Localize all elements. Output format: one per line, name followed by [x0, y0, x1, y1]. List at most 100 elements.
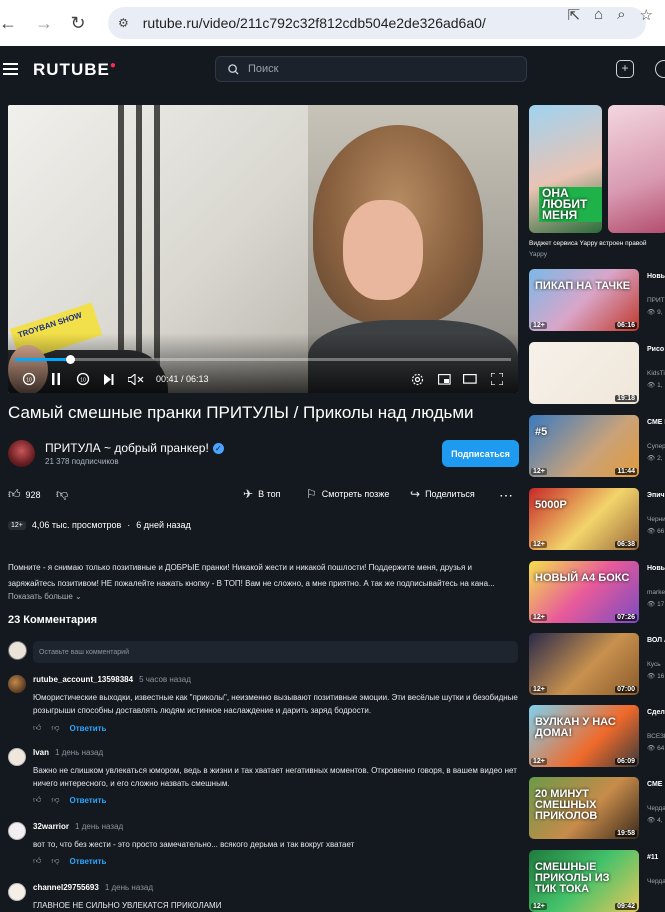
video-player[interactable]: TROYBAN SHOW 10 10 00:41 / 06:13 — [8, 105, 518, 393]
recommended-title[interactable]: Эпич стр — [647, 490, 665, 501]
recommended-video[interactable]: #5 12+ 11:44 СМЕ ПРИ Супер 👁︎ 2, — [529, 415, 665, 477]
recommended-title[interactable]: Рисо раск — [647, 344, 665, 355]
like-button[interactable]: 👍︎ 928 — [8, 487, 41, 502]
recommended-title[interactable]: #11 — [647, 852, 665, 863]
search-icon — [228, 63, 239, 75]
open-in-app-icon[interactable]: ⇱ — [568, 6, 581, 24]
comment-avatar[interactable] — [8, 675, 26, 693]
thumbs-down-icon[interactable]: 👎︎ — [51, 856, 59, 866]
video-thumbnail[interactable]: ВУЛКАН У НАС ДОМА! 12+ 06:09 — [529, 705, 639, 767]
recommended-channel[interactable]: marke — [647, 588, 665, 598]
video-thumbnail[interactable]: 12+ 07:00 — [529, 633, 639, 695]
recommended-channel[interactable]: ВСЕЗН — [647, 732, 665, 742]
recommended-title[interactable]: СМЕ ПРИ — [647, 417, 665, 428]
forward-10-icon[interactable]: 10 — [75, 371, 91, 387]
recommended-channel[interactable]: KidsTi — [647, 369, 665, 379]
thumbs-up-icon[interactable]: 👍︎ — [33, 795, 41, 805]
search-input[interactable]: Поиск — [215, 56, 527, 82]
comment-avatar[interactable] — [8, 748, 26, 766]
video-thumbnail[interactable]: СМЕШНЫЕ ПРИКОЛЫ ИЗ ТИК ТОКА 12+ 09:42 — [529, 850, 639, 912]
rewind-10-icon[interactable]: 10 — [21, 371, 37, 387]
comment-avatar[interactable] — [8, 883, 26, 901]
rutube-logo[interactable]: RUTUBE● — [33, 60, 117, 80]
video-thumbnail[interactable]: НОВЫЙ А4 БОКС 12+ 07:26 — [529, 561, 639, 623]
video-thumbnail[interactable]: 20 МИНУТ СМЕШНЫХ ПРИКОЛОВ 19:58 — [529, 777, 639, 839]
video-thumbnail[interactable]: 19:18 — [529, 342, 639, 404]
age-rating-badge: 12+ — [531, 614, 547, 621]
recommended-video[interactable]: 12+ 07:00 ВОЛ АУС Кусь 👁︎ 16 — [529, 633, 665, 695]
progress-bar[interactable] — [15, 355, 511, 364]
notifications-icon[interactable] — [655, 60, 665, 78]
site-settings-icon[interactable]: ⚙ — [118, 16, 129, 30]
recommended-channel[interactable]: Черда — [647, 804, 665, 814]
picture-in-picture-icon[interactable] — [436, 371, 452, 387]
fullscreen-icon[interactable] — [489, 371, 505, 387]
like-count: 928 — [25, 489, 41, 500]
forward-icon[interactable]: → — [30, 9, 58, 37]
zoom-icon[interactable]: ⌕ — [617, 6, 625, 24]
reply-button[interactable]: Ответить — [70, 724, 107, 733]
recommended-channel[interactable]: ПРИТ — [647, 296, 665, 306]
comment-input[interactable]: Оставьте ваш комментарий — [33, 641, 518, 663]
translate-icon[interactable]: ⌂ — [594, 6, 603, 24]
url-text[interactable]: rutube.ru/video/211c792c32f812cdb504e2de… — [143, 15, 486, 31]
recommended-video[interactable]: 19:18 Рисо раск KidsTi 👁︎ 1, — [529, 342, 665, 404]
recommended-title[interactable]: Новы — [647, 563, 665, 574]
comment-avatar[interactable] — [8, 822, 26, 840]
subscribe-button[interactable]: Подписаться — [442, 440, 519, 467]
progress-knob[interactable] — [65, 355, 75, 364]
recommended-video[interactable]: ВУЛКАН У НАС ДОМА! 12+ 06:09 Сдел вулк ВСЕЗН… — [529, 705, 665, 767]
recommended-channel[interactable]: Кусь — [647, 660, 665, 670]
recommended-channel[interactable]: Супер — [647, 442, 665, 452]
menu-icon[interactable] — [3, 63, 18, 76]
pause-icon[interactable] — [49, 371, 63, 387]
mute-icon[interactable] — [127, 371, 145, 387]
recommended-title[interactable]: ВОЛ АУС — [647, 635, 665, 646]
video-duration: 06:38 — [615, 541, 637, 548]
share-button[interactable]: ↪ Поделиться — [410, 487, 475, 501]
settings-icon[interactable] — [410, 371, 424, 387]
recommended-channel[interactable]: Черда — [647, 877, 665, 887]
channel-avatar[interactable] — [8, 440, 35, 467]
recommended-video[interactable]: НОВЫЙ А4 БОКС 12+ 07:26 Новы marke 👁︎ 17 — [529, 561, 665, 623]
back-icon[interactable]: ← — [0, 9, 22, 37]
comment-author[interactable]: channel29755693 — [33, 883, 99, 892]
reply-button[interactable]: Ответить — [70, 796, 107, 805]
thumbs-down-icon[interactable]: 👎︎ — [51, 795, 59, 805]
recommended-title[interactable]: Сдел вулк — [647, 707, 665, 718]
channel-name[interactable]: ПРИТУЛА ~ добрый пранкер! — [45, 441, 209, 455]
logo-text: RUTUBE — [33, 60, 110, 79]
comment-author[interactable]: Ivan — [33, 748, 49, 757]
video-thumbnail[interactable]: ПИКАП НА ТАЧКЕ 12+ 06:16 — [529, 269, 639, 331]
browser-toolbar: ← → ↻ ⚙ rutube.ru/video/211c792c32f812cd… — [0, 0, 665, 46]
meta-separator: · — [127, 520, 131, 530]
channel-name-row[interactable]: ПРИТУЛА ~ добрый пранкер! ✓ — [45, 441, 224, 455]
comment-author[interactable]: rutube_account_13598384 — [33, 675, 133, 684]
comment-author[interactable]: 32warrior — [33, 822, 69, 831]
top-button[interactable]: ✈ В топ — [243, 487, 280, 501]
show-more-link[interactable]: Показать больше ⌄ — [8, 592, 82, 601]
recommended-title[interactable]: СМЕ — [647, 779, 665, 790]
reload-icon[interactable]: ↻ — [64, 9, 92, 37]
video-thumbnail[interactable]: #5 12+ 11:44 — [529, 415, 639, 477]
next-icon[interactable] — [102, 371, 116, 387]
recommended-video[interactable]: СМЕШНЫЕ ПРИКОЛЫ ИЗ ТИК ТОКА 12+ 09:42 #11 Че… — [529, 850, 665, 912]
recommended-video[interactable]: 20 МИНУТ СМЕШНЫХ ПРИКОЛОВ 19:58 СМЕ Черда 👁︎… — [529, 777, 665, 839]
recommended-channel[interactable]: Черни — [647, 515, 665, 525]
address-bar[interactable]: ⚙ rutube.ru/video/211c792c32f812cdb504e2… — [108, 7, 646, 39]
video-thumbnail[interactable]: 5000Р 12+ 06:38 — [529, 488, 639, 550]
reply-button[interactable]: Ответить — [70, 857, 107, 866]
watch-later-button[interactable]: ⚐ Смотреть позже — [306, 487, 389, 501]
eye-icon: 👁︎ — [647, 745, 658, 752]
recommended-title[interactable]: Новые прик — [647, 271, 665, 282]
more-options-icon[interactable]: ⋯ — [499, 487, 513, 504]
theater-mode-icon[interactable] — [462, 371, 478, 387]
dislike-button[interactable]: 👎︎ — [56, 487, 68, 502]
recommended-video[interactable]: ПИКАП НА ТАЧКЕ 12+ 06:16 Новые прик ПРИТ 👁︎ 9… — [529, 269, 665, 331]
bookmark-star-icon[interactable]: ☆ — [640, 6, 653, 24]
upload-icon[interactable]: + — [616, 60, 634, 78]
recommended-video[interactable]: 5000Р 12+ 06:38 Эпич стр Черни 👁︎ 66 — [529, 488, 665, 550]
thumbs-down-icon[interactable]: 👎︎ — [51, 723, 59, 733]
thumbs-up-icon[interactable]: 👍︎ — [33, 856, 41, 866]
thumbs-up-icon[interactable]: 👍︎ — [33, 723, 41, 733]
